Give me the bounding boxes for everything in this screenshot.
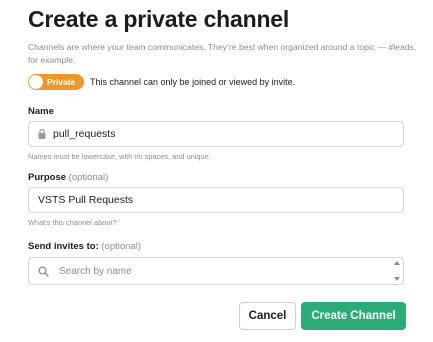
purpose-label-text: Purpose xyxy=(28,172,67,183)
purpose-optional: (optional) xyxy=(68,172,109,183)
name-field[interactable]: pull_requests xyxy=(28,121,404,147)
invites-label-text: Send invites to: xyxy=(28,241,99,252)
dialog-title: Create a private channel xyxy=(28,6,290,32)
invites-label: Send invites to: (optional) xyxy=(28,241,141,252)
purpose-hint: What’s this channel about? xyxy=(28,218,117,227)
toggle-knob xyxy=(29,75,43,89)
cancel-button[interactable]: Cancel xyxy=(239,302,296,330)
purpose-label: Purpose (optional) xyxy=(28,172,108,183)
privacy-row: Private This channel can only be joined … xyxy=(28,74,295,90)
name-hint: Names must be lowercase, with no spaces,… xyxy=(28,152,211,161)
scroll-down-icon[interactable] xyxy=(393,277,400,281)
invites-placeholder: Search by name xyxy=(59,265,132,277)
name-label-text: Name xyxy=(28,106,54,117)
create-channel-dialog: Create a private channel Channels are wh… xyxy=(0,0,433,342)
scroll-arrows[interactable] xyxy=(393,261,400,281)
name-value: pull_requests xyxy=(53,128,116,140)
scroll-up-icon[interactable] xyxy=(393,261,400,265)
create-channel-button[interactable]: Create Channel xyxy=(301,302,406,330)
invites-optional: (optional) xyxy=(101,241,141,252)
private-toggle[interactable]: Private xyxy=(28,74,84,90)
name-label: Name xyxy=(28,106,54,117)
privacy-description: This channel can only be joined or viewe… xyxy=(90,77,296,87)
toggle-label: Private xyxy=(47,77,76,87)
purpose-field[interactable]: VSTS Pull Requests xyxy=(28,187,404,213)
invites-search-field[interactable]: Search by name xyxy=(28,257,404,285)
search-icon xyxy=(38,265,49,277)
dialog-description: Channels are where your team communicate… xyxy=(28,42,417,65)
purpose-value: VSTS Pull Requests xyxy=(38,194,134,206)
lock-icon xyxy=(38,128,46,139)
